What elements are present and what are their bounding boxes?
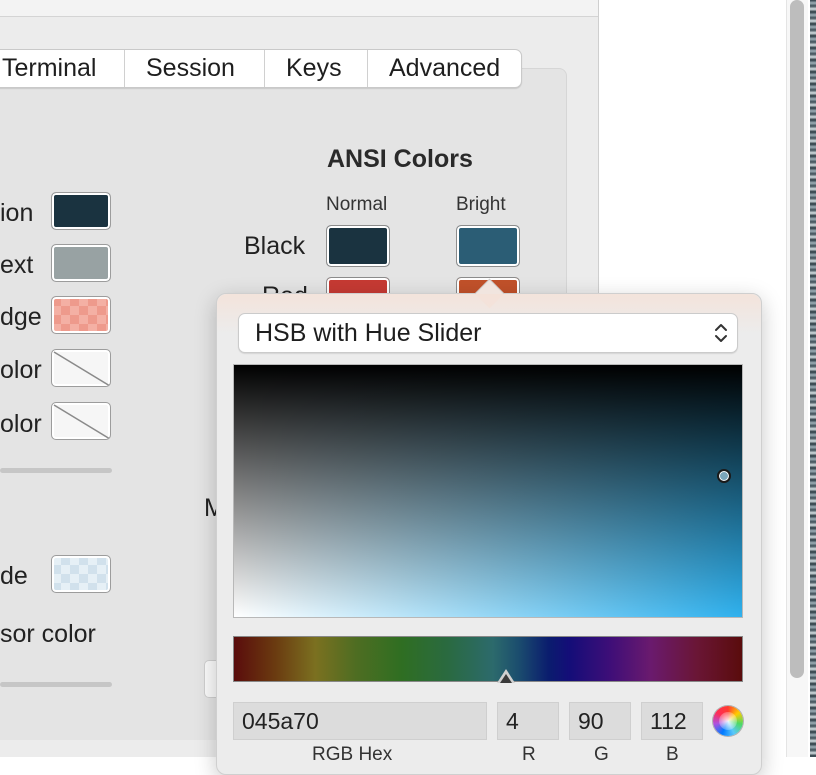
section-divider xyxy=(0,468,112,473)
color-mode-select[interactable]: HSB with Hue Slider xyxy=(238,313,738,353)
row-label-mode: de xyxy=(0,562,28,590)
ansi-black-normal-well[interactable] xyxy=(326,225,390,267)
row-label-cursor-color: sor color xyxy=(0,620,96,648)
red-input[interactable]: 4 xyxy=(497,702,559,740)
tab-session[interactable]: Session xyxy=(124,50,264,87)
badge-color-well[interactable] xyxy=(51,296,111,334)
no-color-slash-icon xyxy=(53,351,110,386)
red-field-label: R xyxy=(522,744,536,765)
color-field-handle[interactable] xyxy=(717,469,731,483)
ansi-black-bright-well[interactable] xyxy=(456,225,520,267)
window-top-edge xyxy=(0,0,598,17)
green-input[interactable]: 90 xyxy=(569,702,631,740)
mode-color-well[interactable] xyxy=(51,555,111,593)
color-mode-value: HSB with Hue Slider xyxy=(255,318,482,347)
tab-bar: Terminal Session Keys Advanced xyxy=(0,49,523,88)
saturation-brightness-field[interactable] xyxy=(233,364,743,618)
empty-color-well[interactable] xyxy=(51,402,111,440)
ansi-normal-column-header: Normal xyxy=(326,194,388,215)
color-picker-popover: HSB with Hue Slider 045a70 4 90 112 RGB … xyxy=(216,293,762,775)
background-image-edge xyxy=(810,0,816,757)
hue-slider-knob-indicator xyxy=(500,674,512,683)
ansi-black-row-label: Black xyxy=(244,232,306,260)
brightness-gradient xyxy=(234,365,742,617)
scrollbar-thumb[interactable] xyxy=(790,0,804,678)
hue-slider[interactable] xyxy=(233,636,743,682)
no-color-slash-icon xyxy=(53,404,110,439)
row-label-selected-text: ext xyxy=(0,251,34,279)
row-label-color-b: olor xyxy=(0,410,42,438)
row-label-badge: dge xyxy=(0,303,42,331)
section-divider xyxy=(0,682,112,687)
selected-text-color-well[interactable] xyxy=(51,244,111,282)
row-label-color-a: olor xyxy=(0,356,42,384)
tab-advanced[interactable]: Advanced xyxy=(367,50,521,87)
hex-input[interactable]: 045a70 xyxy=(233,702,487,740)
selection-color-well[interactable] xyxy=(51,192,111,230)
color-wheel-icon[interactable] xyxy=(713,706,743,736)
empty-color-well[interactable] xyxy=(51,349,111,387)
hex-field-label: RGB Hex xyxy=(312,744,393,765)
chevron-up-down-icon xyxy=(715,324,727,342)
green-field-label: G xyxy=(594,744,609,765)
row-label-selection: ion xyxy=(0,199,34,227)
tab-keys[interactable]: Keys xyxy=(264,50,367,87)
blue-input[interactable]: 112 xyxy=(641,702,703,740)
blue-field-label: B xyxy=(666,744,679,765)
tab-terminal[interactable]: Terminal xyxy=(0,50,124,87)
ansi-bright-column-header: Bright xyxy=(456,194,506,215)
ansi-colors-heading: ANSI Colors xyxy=(327,145,473,173)
